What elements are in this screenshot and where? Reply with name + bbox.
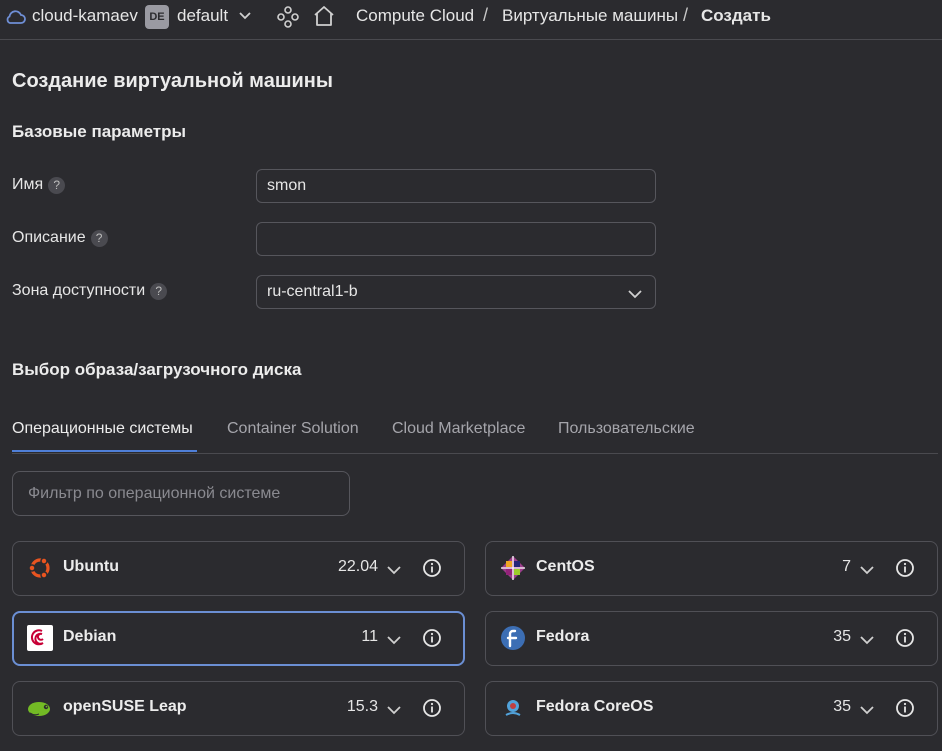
name-label-text: Имя — [12, 176, 44, 193]
info-icon[interactable] — [895, 628, 915, 653]
image-section-title: Выбор образа/загрузочного диска — [12, 360, 302, 379]
info-icon[interactable] — [895, 698, 915, 723]
info-icon[interactable] — [895, 558, 915, 583]
opensuse-icon — [27, 695, 53, 721]
tab-container-solution[interactable]: Container Solution — [227, 420, 359, 438]
os-version[interactable]: 7 — [842, 558, 851, 576]
debian-icon — [27, 625, 53, 651]
active-tab-indicator — [12, 450, 197, 452]
os-card-debian[interactable]: Debian 11 — [12, 611, 465, 666]
page-title: Создание виртуальной машины — [12, 70, 333, 92]
breadcrumb-vms[interactable]: Виртуальные машины — [502, 6, 678, 26]
os-version[interactable]: 22.04 — [338, 558, 378, 576]
name-input[interactable]: smon — [256, 169, 656, 203]
tab-operating-systems[interactable]: Операционные системы — [12, 420, 193, 438]
fedora-icon — [500, 625, 526, 651]
chevron-down-icon[interactable] — [237, 8, 253, 29]
chevron-down-icon — [627, 287, 643, 305]
os-card-fedora-coreos[interactable]: Fedora CoreOS 35 — [485, 681, 938, 736]
os-card-opensuse[interactable]: openSUSE Leap 15.3 — [12, 681, 465, 736]
os-name: Ubuntu — [63, 558, 119, 575]
chevron-down-icon[interactable] — [386, 563, 402, 581]
chevron-down-icon[interactable] — [859, 633, 875, 651]
help-icon[interactable]: ? — [150, 282, 168, 300]
chevron-down-icon[interactable] — [386, 633, 402, 651]
basic-params-title: Базовые параметры — [12, 122, 187, 141]
chevron-down-icon[interactable] — [859, 703, 875, 721]
info-icon[interactable] — [422, 698, 442, 723]
name-label: Имя ? — [12, 176, 66, 194]
os-name: CentOS — [536, 558, 595, 575]
cloud-name[interactable]: cloud-kamaev — [32, 6, 138, 26]
folder-badge[interactable]: DE — [145, 5, 169, 29]
description-input[interactable] — [256, 222, 656, 256]
folder-name[interactable]: default — [177, 6, 228, 26]
chevron-down-icon[interactable] — [386, 703, 402, 721]
os-card-fedora[interactable]: Fedora 35 — [485, 611, 938, 666]
fedora-coreos-icon — [500, 695, 526, 721]
os-filter-input[interactable]: Фильтр по операционной системе — [12, 471, 350, 516]
zone-label-text: Зона доступности — [12, 282, 146, 299]
os-version[interactable]: 11 — [361, 628, 378, 646]
services-icon[interactable] — [276, 5, 300, 34]
os-card-ubuntu[interactable]: Ubuntu 22.04 — [12, 541, 465, 596]
os-name: Debian — [63, 628, 117, 645]
description-label: Описание ? — [12, 229, 108, 247]
tab-custom[interactable]: Пользовательские — [558, 420, 695, 438]
breadcrumb-separator: / — [483, 5, 489, 25]
os-version[interactable]: 35 — [833, 698, 851, 716]
breadcrumb-create: Создать — [701, 6, 771, 25]
ubuntu-icon — [27, 555, 53, 581]
description-label-text: Описание — [12, 229, 86, 246]
help-icon[interactable]: ? — [90, 229, 108, 247]
tab-cloud-marketplace[interactable]: Cloud Marketplace — [392, 420, 525, 438]
os-card-centos[interactable]: CentOS 7 — [485, 541, 938, 596]
zone-label: Зона доступности ? — [12, 282, 168, 300]
os-version[interactable]: 35 — [833, 628, 851, 646]
breadcrumb-separator: / — [683, 5, 689, 25]
breadcrumb-compute-cloud[interactable]: Compute Cloud — [356, 6, 474, 26]
help-icon[interactable]: ? — [48, 176, 66, 194]
os-filter-placeholder: Фильтр по операционной системе — [28, 484, 281, 502]
os-name: Fedora CoreOS — [536, 698, 654, 715]
os-version[interactable]: 15.3 — [347, 698, 378, 716]
cloud-icon[interactable] — [4, 7, 26, 32]
zone-select[interactable]: ru-central1-b — [256, 275, 656, 309]
centos-icon — [500, 555, 526, 581]
zone-select-value: ru-central1-b — [267, 283, 358, 300]
info-icon[interactable] — [422, 558, 442, 583]
info-icon[interactable] — [422, 628, 442, 653]
image-tabs: Операционные системы Container Solution … — [12, 405, 938, 454]
top-bar: cloud-kamaev DE default Compute Cloud / … — [0, 0, 942, 40]
chevron-down-icon[interactable] — [859, 563, 875, 581]
os-name: openSUSE Leap — [63, 698, 187, 715]
os-name: Fedora — [536, 628, 590, 645]
home-icon[interactable] — [312, 4, 336, 33]
name-input-value: smon — [267, 177, 307, 194]
